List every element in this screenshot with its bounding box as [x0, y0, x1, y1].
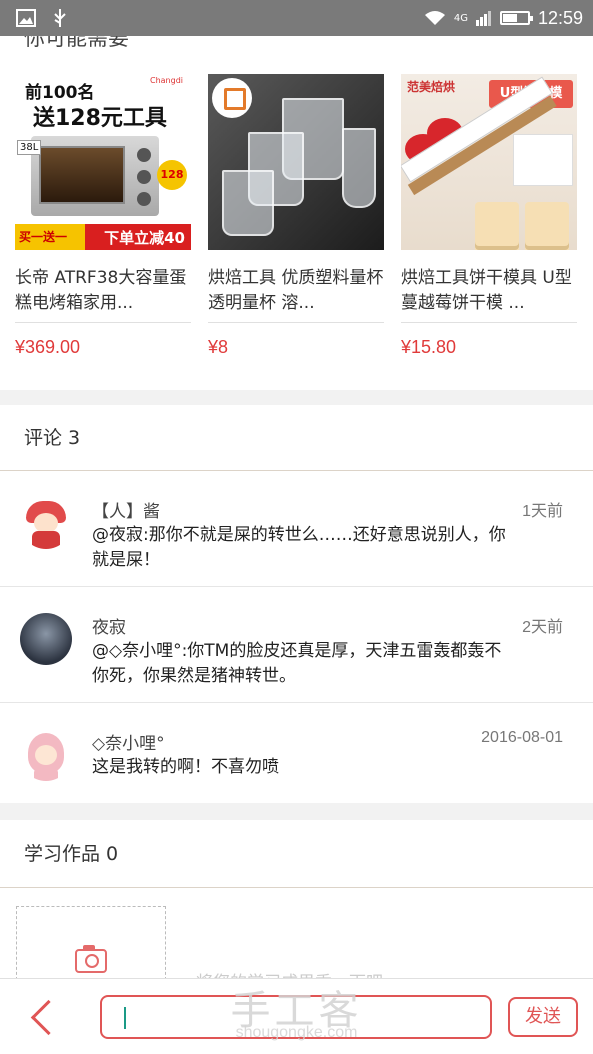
battery-icon	[499, 11, 533, 25]
product-price: ¥15.80	[401, 337, 457, 357]
avatar[interactable]	[20, 613, 72, 665]
product-price: ¥8	[208, 337, 229, 357]
product-name[interactable]: 长帝 ATRF38大容量蛋糕电烤箱家用...	[15, 266, 191, 318]
divider	[208, 322, 384, 323]
comment-input-bar: 发送	[0, 978, 593, 1054]
comment-text: @◇奈小哩°:你TM的脸皮还真是厚，天津五雷轰都轰不你死，你果然是猪神转世。	[92, 641, 502, 686]
comment-time: 2天前	[522, 619, 563, 636]
camera-icon	[75, 945, 107, 973]
comment-item[interactable]: ◇奈小哩° 2016-08-01 这是我转的啊！不喜勿喷	[0, 703, 593, 801]
promo-tag: 下单立减40	[104, 229, 185, 247]
usb-icon	[54, 9, 66, 27]
product-name[interactable]: 烘焙工具饼干模具 U型蔓越莓饼干模 ...	[401, 266, 577, 318]
comment-time: 1天前	[522, 503, 563, 520]
comment-username[interactable]: 夜寂	[92, 613, 126, 638]
section-title: 你可能需要	[24, 36, 129, 50]
comment-text: @夜寂:那你不就是屎的转世么……还好意思说别人，你就是屎！	[92, 525, 506, 570]
send-button[interactable]: 发送	[508, 997, 578, 1037]
comment-text: 这是我转的啊！不喜勿喷	[92, 757, 279, 777]
status-bar: 4G 12:59	[0, 0, 593, 36]
capacity-label: 38L	[17, 140, 42, 155]
wifi-icon	[424, 11, 445, 25]
back-arrow-icon[interactable]	[28, 997, 56, 1037]
divider	[15, 322, 191, 323]
comment-item[interactable]: 【人】酱 1天前 @夜寂:那你不就是屎的转世么……还好意思说别人，你就是屎！	[0, 471, 593, 587]
comments-section: 评论 3 【人】酱 1天前 @夜寂:那你不就是屎的转世么……还好意思说别人，你就…	[0, 405, 593, 803]
brand-logo: Changdi	[149, 76, 183, 85]
comments-title: 评论 3	[0, 405, 593, 471]
brand-logo	[212, 78, 252, 118]
comment-input[interactable]	[100, 995, 492, 1039]
promo-badge: 128	[157, 160, 187, 190]
product-price: ¥369.00	[15, 337, 81, 357]
recommendations-section: 你可能需要 前100名 送128元工具 Changdi 38L 128 买一送一…	[0, 36, 593, 390]
promo-text: 送128元工具	[33, 106, 167, 131]
signal-icon	[475, 11, 491, 26]
image-icon	[16, 9, 36, 27]
comment-username[interactable]: 【人】酱	[92, 497, 160, 522]
product-image[interactable]: 范美焙烘 U型饼干模	[401, 74, 577, 250]
divider	[401, 322, 577, 323]
works-title: 学习作品 0	[0, 820, 593, 888]
avatar[interactable]	[20, 729, 72, 781]
comment-username[interactable]: ◇奈小哩°	[92, 729, 165, 754]
network-type: 4G	[453, 12, 468, 24]
clock: 12:59	[537, 7, 583, 28]
product-card[interactable]: 范美焙烘 U型饼干模 烘焙工具饼干模具 U型蔓越莓饼干模 ... ¥15.80	[401, 74, 577, 358]
product-image[interactable]: 前100名 送128元工具 Changdi 38L 128 买一送一 下单立减4…	[15, 74, 191, 250]
oven-illustration	[31, 136, 159, 216]
product-card[interactable]: 烘焙工具 优质塑料量杯 透明量杯 溶... ¥8	[208, 74, 384, 358]
product-image[interactable]	[208, 74, 384, 250]
product-name[interactable]: 烘焙工具 优质塑料量杯 透明量杯 溶...	[208, 266, 384, 318]
comment-item[interactable]: 夜寂 2天前 @◇奈小哩°:你TM的脸皮还真是厚，天津五雷轰都轰不你死，你果然是…	[0, 587, 593, 703]
brand-logo: 范美焙烘	[407, 80, 456, 94]
product-card[interactable]: 前100名 送128元工具 Changdi 38L 128 买一送一 下单立减4…	[15, 74, 191, 358]
comment-time: 2016-08-01	[481, 729, 563, 746]
text-caret	[124, 1007, 126, 1029]
promo-tag: 买一送一	[15, 224, 85, 250]
avatar[interactable]	[20, 497, 72, 549]
